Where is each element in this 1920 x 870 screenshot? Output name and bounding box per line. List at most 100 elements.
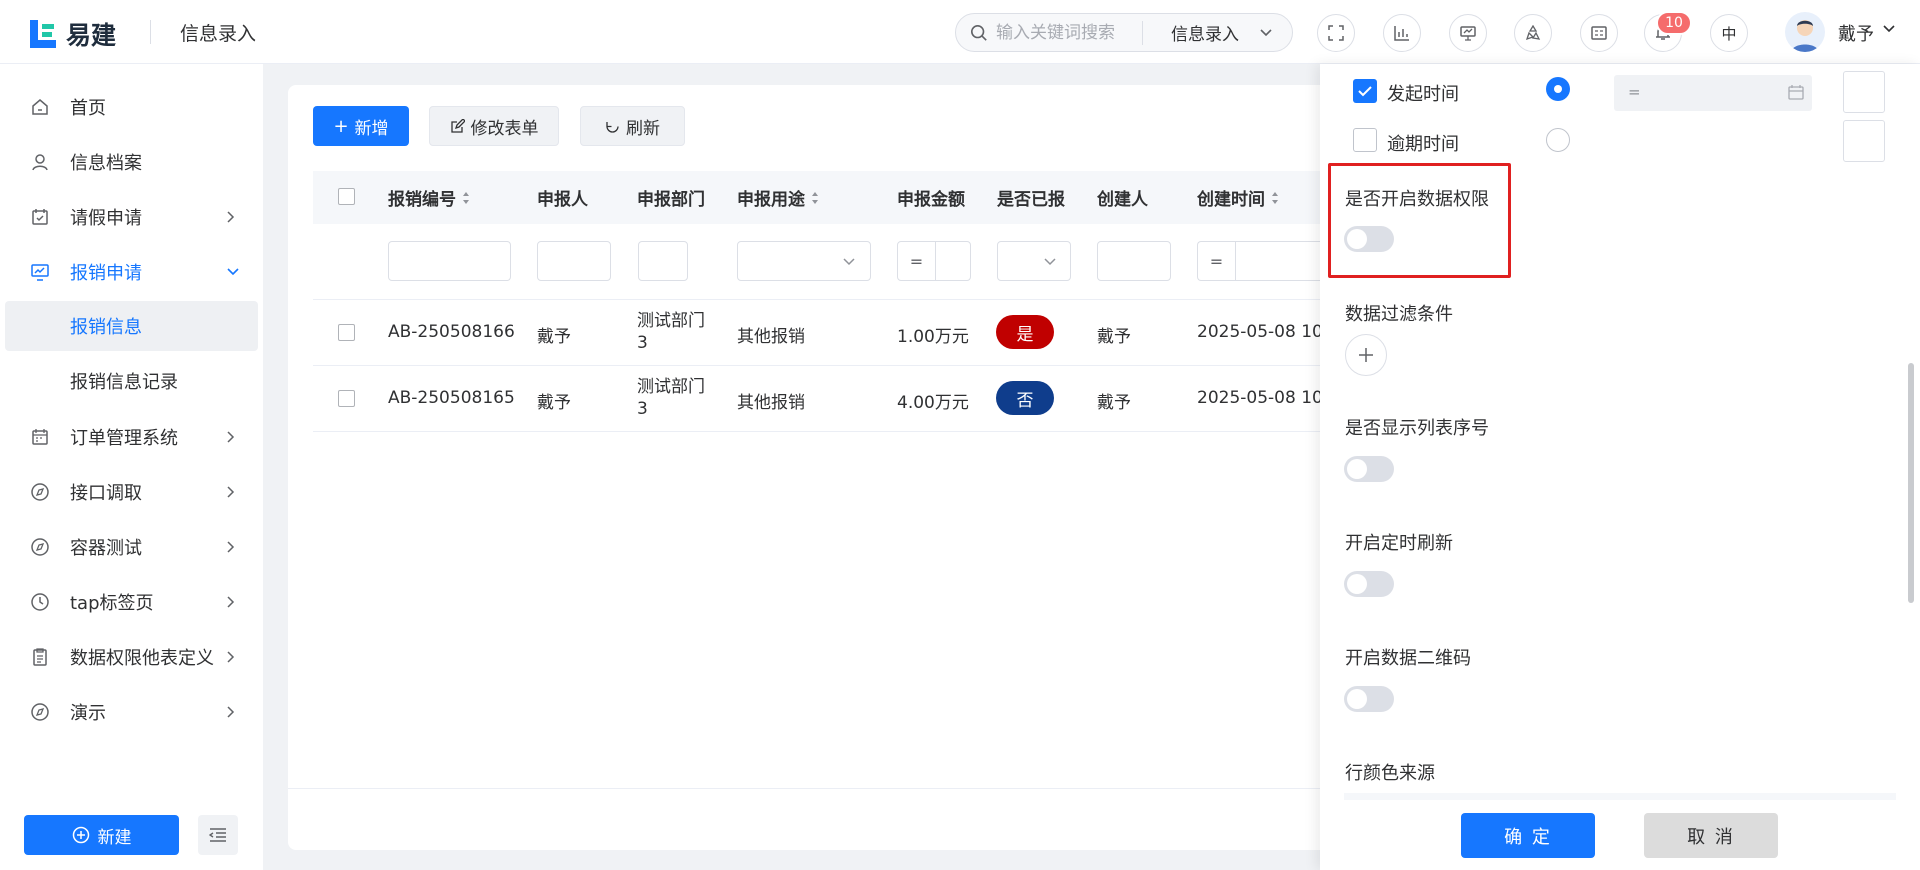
sort-icon[interactable] bbox=[1271, 191, 1279, 205]
confirm-button[interactable]: 确 定 bbox=[1461, 813, 1595, 858]
search-input[interactable] bbox=[996, 22, 1136, 43]
sidebar-item-reimbursement-records[interactable]: 报销信息记录 bbox=[5, 356, 258, 406]
column-label: 创建时间 bbox=[1197, 190, 1265, 210]
cell-creator: 戴予 bbox=[1097, 393, 1131, 413]
filter-applicant-input[interactable] bbox=[537, 241, 611, 281]
sort-icon[interactable] bbox=[462, 191, 470, 205]
refresh-label: 刷新 bbox=[626, 118, 660, 139]
chevron-right-icon bbox=[227, 486, 235, 498]
sidebar-item-orders[interactable]: 订单管理系统 bbox=[0, 411, 263, 463]
overdue-time-extra-box[interactable] bbox=[1843, 120, 1885, 162]
user-avatar-icon bbox=[1791, 20, 1819, 52]
new-button-label: 新建 bbox=[97, 827, 132, 848]
logo-text: 易建 bbox=[66, 21, 117, 50]
row-checkbox[interactable] bbox=[338, 324, 355, 341]
row-color-source-label: 行颜色来源 bbox=[1345, 763, 1435, 784]
language-button[interactable]: 中 bbox=[1710, 14, 1748, 52]
filter-amount-input[interactable]: = bbox=[897, 241, 971, 281]
start-time-checkbox[interactable] bbox=[1353, 79, 1377, 103]
chevron-down-icon[interactable] bbox=[1259, 28, 1273, 38]
search-scope-select[interactable]: 信息录入 bbox=[1171, 20, 1239, 45]
monitor-button[interactable] bbox=[1449, 14, 1487, 52]
filter-operator[interactable]: = bbox=[1198, 242, 1236, 280]
select-all-checkbox[interactable] bbox=[338, 188, 355, 205]
sidebar-item-home[interactable]: 首页 bbox=[0, 81, 263, 133]
user-name[interactable]: 戴予 bbox=[1838, 20, 1874, 46]
highlight-box bbox=[1328, 163, 1511, 278]
edit-form-label: 修改表单 bbox=[470, 118, 539, 139]
date-operator: = bbox=[1628, 83, 1641, 101]
cell-dept-line: 测试部门 bbox=[637, 377, 705, 397]
start-time-date-input[interactable]: = bbox=[1614, 75, 1812, 111]
status-badge: 否 bbox=[996, 381, 1054, 415]
compass-icon bbox=[31, 703, 49, 721]
column-header-purpose[interactable]: 申报用途 bbox=[737, 185, 819, 210]
chevron-right-icon bbox=[227, 706, 235, 718]
sidebar-item-reimbursement[interactable]: 报销申请 bbox=[0, 246, 263, 298]
app-logo[interactable]: 易建 bbox=[30, 16, 116, 52]
cell-id[interactable]: AB-250508166 bbox=[388, 322, 515, 342]
sidebar-item-demo[interactable]: 演示 bbox=[0, 686, 263, 738]
cycle-button[interactable] bbox=[1514, 14, 1552, 52]
sort-icon[interactable] bbox=[811, 191, 819, 205]
qr-code-label: 开启数据二维码 bbox=[1345, 648, 1471, 669]
avatar[interactable] bbox=[1785, 12, 1825, 52]
filter-dept-input[interactable] bbox=[638, 241, 688, 281]
edit-form-button[interactable]: 修改表单 bbox=[429, 106, 559, 146]
drawer-scrollbar[interactable] bbox=[1908, 363, 1914, 603]
overdue-time-radio[interactable] bbox=[1546, 128, 1570, 152]
card-footer-divider bbox=[288, 788, 1320, 789]
sidebar-item-container-test[interactable]: 容器测试 bbox=[0, 521, 263, 573]
sidebar-new-button[interactable]: 新建 bbox=[24, 815, 179, 855]
sidebar-item-label: 订单管理系统 bbox=[70, 428, 178, 449]
cell-id[interactable]: AB-250508165 bbox=[388, 388, 515, 408]
qr-code-toggle[interactable] bbox=[1344, 686, 1394, 712]
calendar-icon bbox=[32, 429, 48, 445]
sidebar-item-api[interactable]: 接口调取 bbox=[0, 466, 263, 518]
column-header-id[interactable]: 报销编号 bbox=[388, 185, 470, 210]
clock-icon bbox=[31, 593, 49, 611]
sidebar-item-leave[interactable]: 请假申请 bbox=[0, 191, 263, 243]
show-row-index-toggle[interactable] bbox=[1344, 456, 1394, 482]
show-row-index-label: 是否显示列表序号 bbox=[1345, 418, 1489, 439]
fullscreen-button[interactable] bbox=[1317, 14, 1355, 52]
row-checkbox[interactable] bbox=[338, 390, 355, 407]
row-divider bbox=[313, 299, 1320, 300]
sidebar: 首页 信息档案 请假申请 报销申请 报销信息 报销信息记录 订单管理系统 接口调… bbox=[0, 64, 263, 870]
start-time-extra-box[interactable] bbox=[1843, 71, 1885, 113]
notification-badge: 10 bbox=[1656, 11, 1692, 35]
timed-refresh-toggle[interactable] bbox=[1344, 571, 1394, 597]
drawer-footer bbox=[1320, 800, 1908, 870]
global-search: 信息录入 bbox=[955, 13, 1293, 52]
filter-creator-input[interactable] bbox=[1097, 241, 1171, 281]
overdue-time-checkbox[interactable] bbox=[1353, 128, 1377, 152]
refresh-button[interactable]: 刷新 bbox=[580, 106, 685, 146]
column-label: 创建人 bbox=[1097, 190, 1148, 210]
filter-id-input[interactable] bbox=[388, 241, 511, 281]
filter-created-input[interactable]: = bbox=[1197, 241, 1320, 281]
start-time-radio[interactable] bbox=[1546, 77, 1570, 101]
sidebar-item-tab-page[interactable]: tap标签页 bbox=[0, 576, 263, 628]
refresh-icon bbox=[606, 121, 619, 133]
column-header-amount: 申报金额 bbox=[897, 185, 965, 210]
chevron-down-icon[interactable] bbox=[1882, 24, 1896, 34]
column-header-created[interactable]: 创建时间 bbox=[1197, 185, 1279, 210]
chevron-right-icon bbox=[227, 651, 235, 663]
sidebar-item-reimbursement-info[interactable]: 报销信息 bbox=[5, 301, 258, 351]
start-time-label: 发起时间 bbox=[1387, 84, 1459, 105]
sidebar-item-data-permission[interactable]: 数据权限他表定义 bbox=[0, 631, 263, 683]
add-filter-button[interactable] bbox=[1345, 334, 1387, 376]
clipboard-icon bbox=[33, 648, 47, 666]
filter-reported-select[interactable] bbox=[997, 241, 1071, 281]
sidebar-collapse-button[interactable] bbox=[198, 815, 238, 855]
cell-created: 2025-05-08 10 bbox=[1197, 322, 1323, 342]
column-header-dept: 申报部门 bbox=[637, 185, 705, 210]
column-label: 申报金额 bbox=[897, 190, 965, 210]
filter-operator[interactable]: = bbox=[898, 242, 936, 280]
cell-applicant: 戴予 bbox=[537, 327, 571, 347]
sidebar-item-info-archive[interactable]: 信息档案 bbox=[0, 136, 263, 188]
add-button[interactable]: + 新增 bbox=[313, 106, 409, 146]
cancel-button[interactable]: 取 消 bbox=[1644, 813, 1778, 858]
form-button[interactable] bbox=[1580, 14, 1618, 52]
chart-button[interactable] bbox=[1383, 14, 1421, 52]
